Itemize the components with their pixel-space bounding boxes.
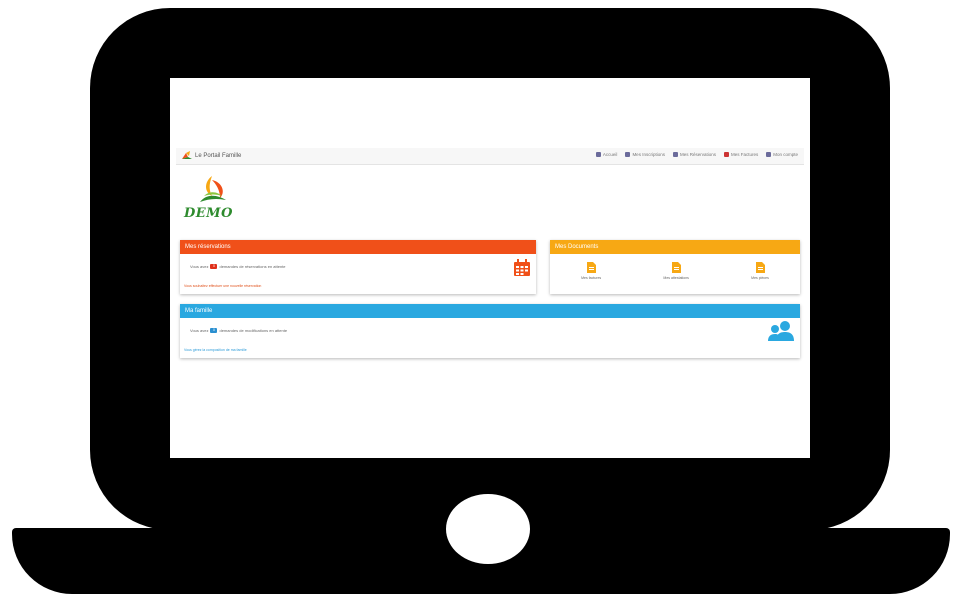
file-icon <box>723 152 729 157</box>
demo-logo: DEMO <box>182 174 242 224</box>
list-icon <box>625 152 631 157</box>
reservations-panel-title: Mes réservations <box>180 240 536 254</box>
reservations-count-badge: 0 <box>210 264 218 269</box>
document-item-factures[interactable]: Mes factures <box>581 262 601 280</box>
document-item-label: Mes attestations <box>663 276 689 280</box>
nav-item-label: Mes Factures <box>730 152 759 157</box>
nav-item-factures[interactable]: Mes Factures <box>723 152 759 157</box>
documents-list: Mes factures Mes attestations Mes pièces <box>550 262 800 280</box>
users-icon <box>768 321 794 341</box>
famille-panel: Ma famille Vous avez 0 demandes de modif… <box>180 304 800 358</box>
famille-line-suffix: demandes de modifications en attente <box>219 328 288 333</box>
new-reservation-link[interactable]: Vous souhaitez effectuer une nouvelle ré… <box>184 284 261 288</box>
calendar-icon <box>514 259 530 276</box>
nav-item-label: Mes Réservations <box>679 152 716 157</box>
documents-panel: Mes Documents Mes factures Mes attestati… <box>550 240 800 294</box>
document-icon <box>671 262 681 273</box>
brand[interactable]: Le Portail Famille <box>182 151 241 160</box>
nav-item-label: Mon compte <box>773 152 798 157</box>
calendar-icon <box>672 152 678 157</box>
document-item-pieces[interactable]: Mes pièces <box>751 262 769 280</box>
document-icon <box>755 262 765 273</box>
user-icon <box>766 152 772 157</box>
nav-item-inscriptions[interactable]: Mes Inscriptions <box>625 152 665 157</box>
famille-panel-title: Ma famille <box>180 304 800 318</box>
reservations-pending-line: Vous avez 0 demandes de réservations en … <box>190 264 286 269</box>
brand-logo-icon <box>182 151 192 159</box>
famille-composition-link[interactable]: Vous gérez la composition de ma famille <box>184 348 247 352</box>
famille-pending-line: Vous avez 0 demandes de modifications en… <box>190 328 287 333</box>
brand-name: Le Portail Famille <box>195 152 242 159</box>
nav-menu: Accueil Mes Inscriptions Mes Réservation… <box>595 152 798 157</box>
reservations-line-prefix: Vous avez <box>190 264 209 269</box>
logo-text: DEMO <box>184 206 233 221</box>
nav-item-reservations[interactable]: Mes Réservations <box>672 152 716 157</box>
document-item-attestations[interactable]: Mes attestations <box>663 262 689 280</box>
nav-item-label: Accueil <box>602 152 618 157</box>
document-item-label: Mes pièces <box>751 276 769 280</box>
home-icon <box>595 152 601 157</box>
document-icon <box>586 262 596 273</box>
famille-count-badge: 0 <box>210 328 218 333</box>
laptop-hinge-dot <box>446 494 530 564</box>
logo-leaves-icon <box>200 176 226 202</box>
nav-item-compte[interactable]: Mon compte <box>766 152 798 157</box>
reservations-line-suffix: demandes de réservations en attente <box>219 264 286 269</box>
top-navbar: Le Portail Famille Accueil Mes Inscripti… <box>176 148 804 165</box>
document-item-label: Mes factures <box>581 276 602 280</box>
nav-item-label: Mes Inscriptions <box>632 152 665 157</box>
nav-item-accueil[interactable]: Accueil <box>595 152 618 157</box>
documents-panel-title: Mes Documents <box>550 240 800 254</box>
laptop-screen: Le Portail Famille Accueil Mes Inscripti… <box>170 78 810 458</box>
famille-line-prefix: Vous avez <box>190 328 209 333</box>
reservations-panel: Mes réservations Vous avez 0 demandes de… <box>180 240 536 294</box>
